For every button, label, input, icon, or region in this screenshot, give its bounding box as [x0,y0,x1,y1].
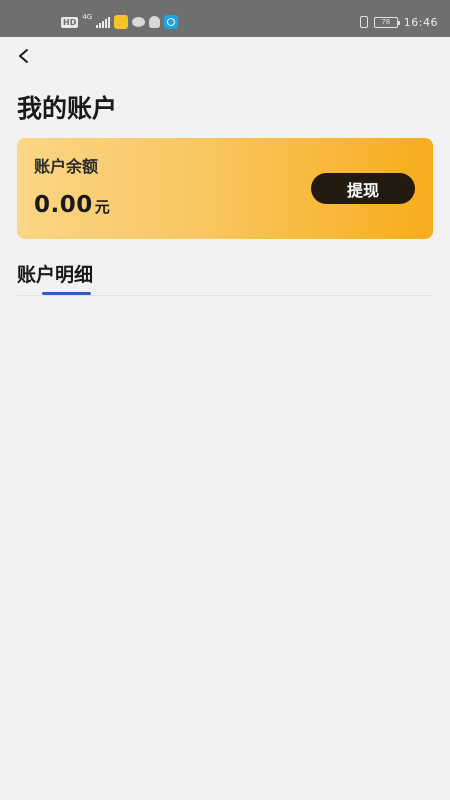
network-type: 4G [82,13,93,21]
withdraw-button[interactable]: 提现 [311,173,415,204]
qq-icon [149,16,161,28]
battery-icon: 78 [373,16,400,28]
tab-account-details[interactable]: 账户明细 [17,262,93,288]
balance-card: 账户余额 0.00 元 提现 [17,138,433,239]
divider [17,295,433,296]
balance-amount: 0.00 元 [34,192,110,218]
balance-unit: 元 [94,198,110,216]
chat-icon [132,17,146,27]
back-button[interactable] [12,44,36,68]
status-bar-left: HD 4G [61,13,179,30]
clock: 16:46 [403,15,438,29]
status-bar: HD 4G 78 16:46 [0,0,450,37]
vibrate-icon [359,16,368,28]
hd-icon: HD [61,16,79,28]
status-bar-right: 78 16:46 [359,14,438,30]
chevron-left-icon [19,49,28,63]
page-title: 我的账户 [17,94,118,123]
app-notification-icon [114,15,129,29]
balance-value: 0.00 [34,192,93,218]
balance-label: 账户余额 [34,157,99,176]
browser-icon [164,15,179,29]
battery-level: 78 [381,18,391,26]
signal-icon [96,16,111,28]
